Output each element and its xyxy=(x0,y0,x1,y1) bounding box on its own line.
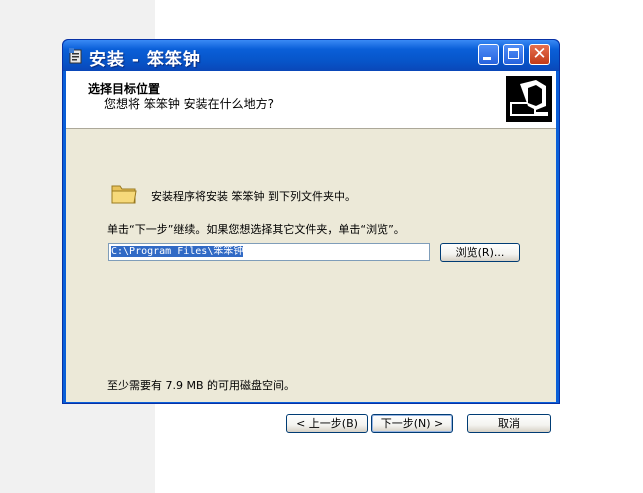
cancel-button[interactable]: 取消 xyxy=(467,414,551,433)
instruction-text: 单击“下一步”继续。如果您想选择其它文件夹，单击“浏览”。 xyxy=(107,223,405,236)
installer-computer-icon xyxy=(506,76,552,122)
window-title: 安装 - 笨笨钟 xyxy=(89,50,201,70)
disk-space-text: 至少需要有 7.9 MB 的可用磁盘空间。 xyxy=(107,379,296,392)
next-button[interactable]: 下一步(N) > xyxy=(371,414,453,433)
maximize-icon xyxy=(508,48,519,59)
page-subtitle: 您想将 笨笨钟 安装在什么地方? xyxy=(104,97,274,111)
folder-icon xyxy=(111,185,137,204)
destination-path-field[interactable]: C:\Program Files\笨笨钟 xyxy=(108,243,430,261)
install-location-text: 安装程序将安装 笨笨钟 到下列文件夹中。 xyxy=(151,190,356,203)
dialog-client-area: 选择目标位置 您想将 笨笨钟 安装在什么地方? 安装程序将安装 笨笨钟 到下列文… xyxy=(66,71,556,433)
title-bar[interactable]: 安装 - 笨笨钟 ✕ xyxy=(63,40,559,71)
minimize-button[interactable] xyxy=(478,44,499,65)
browse-button[interactable]: 浏览(R)... xyxy=(440,243,520,262)
close-icon: ✕ xyxy=(532,44,547,64)
wizard-header: 选择目标位置 您想将 笨笨钟 安装在什么地方? xyxy=(66,71,556,129)
minimize-icon xyxy=(483,57,491,60)
maximize-button[interactable] xyxy=(503,44,524,65)
setup-icon xyxy=(69,48,82,64)
path-value: C:\Program Files\笨笨钟 xyxy=(111,246,244,257)
back-button[interactable]: < 上一步(B) xyxy=(286,414,368,433)
installer-window: 安装 - 笨笨钟 ✕ 选择目标位置 您想将 笨笨钟 安装在什么地方? 安装程序将… xyxy=(62,39,560,433)
close-button[interactable]: ✕ xyxy=(529,44,550,65)
